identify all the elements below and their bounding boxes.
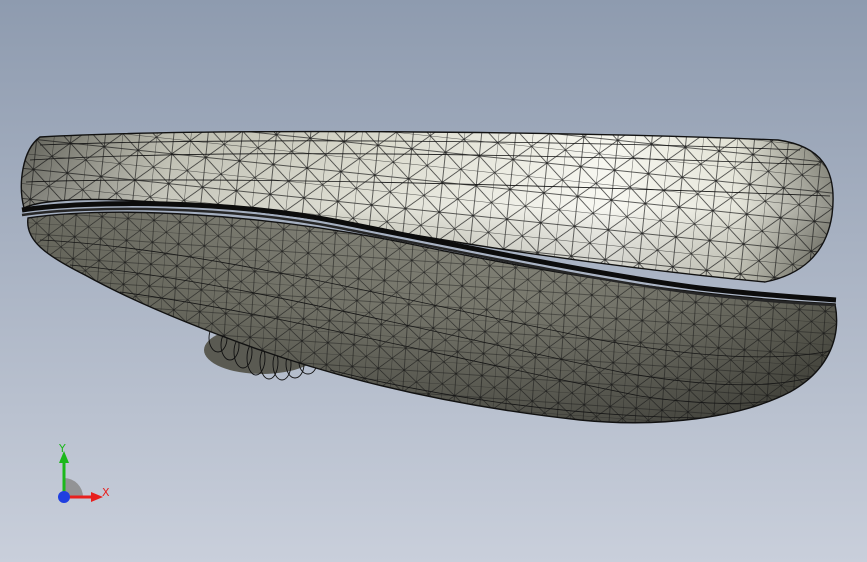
triad-graphic [58, 451, 103, 503]
x-axis-label: X [102, 486, 110, 499]
reference-triad: Y X [40, 438, 120, 518]
model-scene[interactable] [0, 0, 867, 562]
graphics-viewport[interactable]: Y X [0, 0, 867, 562]
z-axis-point [58, 491, 70, 503]
y-axis-label: Y [59, 442, 66, 455]
